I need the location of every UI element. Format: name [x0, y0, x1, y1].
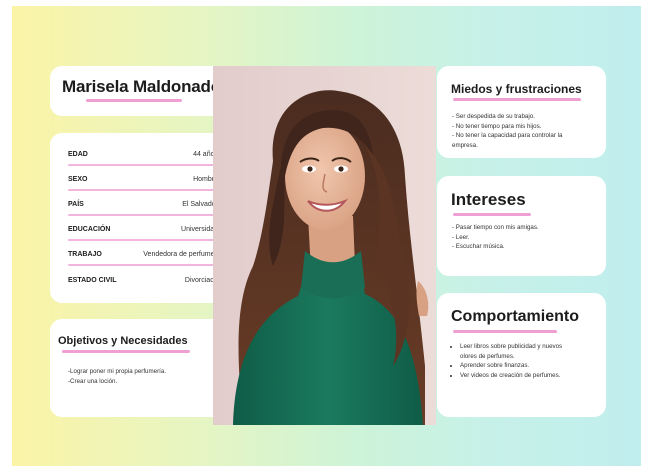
- comportamiento-title: Comportamiento: [451, 308, 579, 325]
- detail-row-edad: EDAD 44 años: [68, 147, 218, 171]
- comportamiento-list: Leer libros sobre publicidad y nuevos ol…: [451, 342, 571, 380]
- comportamiento-text: Leer libros sobre publicidad y nuevos ol…: [451, 342, 571, 380]
- comportamiento-card: Comportamiento Leer libros sobre publici…: [437, 293, 606, 417]
- comportamiento-underline: [453, 330, 557, 333]
- persona-photo: [213, 66, 436, 425]
- detail-row-trabajo: TRABAJO Vendedora de perfumes: [68, 247, 218, 271]
- detail-row-estado-civil: ESTADO CIVIL Divorciada: [68, 273, 218, 297]
- detail-label: EDAD: [68, 151, 88, 158]
- detail-row-pais: PAÍS El Salvador: [68, 197, 218, 221]
- list-item: Leer libros sobre publicidad y nuevos ol…: [460, 342, 571, 361]
- miedos-card: Miedos y frustraciones - Ser despedida d…: [437, 66, 606, 158]
- detail-divider: [68, 264, 218, 266]
- persona-name: Marisela Maldonado: [62, 77, 221, 96]
- list-item: Ver videos de creación de perfumes.: [460, 371, 571, 381]
- intereses-text: - Pasar tiempo con mis amigas. - Leer. -…: [452, 224, 539, 250]
- name-card: Marisela Maldonado: [50, 66, 230, 116]
- detail-row-sexo: SEXO Hombre: [68, 172, 218, 196]
- objetivos-underline: [62, 350, 190, 353]
- intereses-underline: [453, 213, 531, 216]
- detail-label: PAÍS: [68, 201, 84, 208]
- intereses-title: Intereses: [451, 190, 526, 209]
- woman-portrait-image: [213, 66, 436, 425]
- detail-row-educacion: EDUCACIÓN Universidad: [68, 222, 218, 246]
- miedos-title: Miedos y frustraciones: [451, 82, 582, 96]
- detail-label: ESTADO CIVIL: [68, 277, 117, 284]
- detail-divider: [68, 214, 218, 216]
- objetivos-text: -Lograr poner mi propia perfumería. -Cre…: [68, 368, 167, 385]
- detail-divider: [68, 239, 218, 241]
- detail-label: EDUCACIÓN: [68, 226, 111, 233]
- detail-divider: [68, 164, 218, 166]
- miedos-text: - Ser despedida de su trabajo. - No tene…: [452, 113, 563, 149]
- objetivos-title: Objetivos y Necesidades: [58, 335, 188, 347]
- detail-value: Vendedora de perfumes: [143, 251, 218, 258]
- objetivos-card: Objetivos y Necesidades -Lograr poner mi…: [50, 319, 230, 417]
- name-underline: [86, 99, 182, 102]
- list-item: Aprender sobre finanzas.: [460, 361, 571, 371]
- detail-label: SEXO: [68, 176, 88, 183]
- detail-divider: [68, 189, 218, 191]
- details-card: EDAD 44 años SEXO Hombre PAÍS El Salvado…: [50, 133, 230, 303]
- intereses-card: Intereses - Pasar tiempo con mis amigas.…: [437, 176, 606, 276]
- detail-label: TRABAJO: [68, 251, 102, 258]
- miedos-underline: [453, 98, 581, 101]
